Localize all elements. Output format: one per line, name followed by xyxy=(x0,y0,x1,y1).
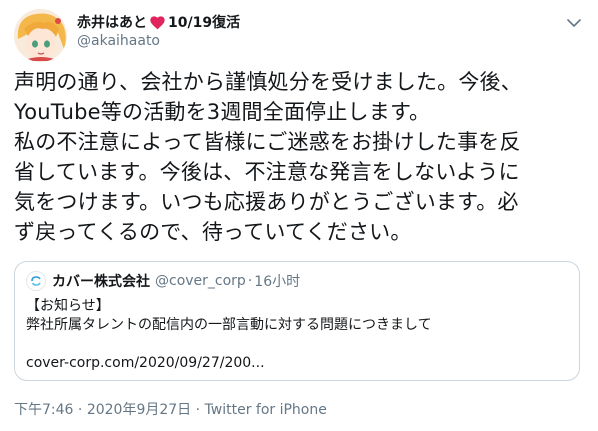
quoted-tweet[interactable]: カバー株式会社 @cover_corp · 16小时 【お知らせ】 弊社所属タレ… xyxy=(14,261,580,381)
tweet-menu-button[interactable] xyxy=(566,14,582,27)
quote-body: 【お知らせ】 弊社所属タレントの配信内の一部言動に対する問題につきまして cov… xyxy=(26,297,566,373)
quote-line-1: 【お知らせ】 xyxy=(26,298,110,314)
meta-separator-1: · xyxy=(73,402,87,418)
quote-header: カバー株式会社 @cover_corp · 16小时 xyxy=(26,271,300,291)
cover-logo-icon xyxy=(31,276,41,286)
quote-link: cover-corp.com/2020/09/27/200... xyxy=(26,355,265,371)
author-avatar[interactable] xyxy=(14,9,67,62)
quote-separator: · xyxy=(247,273,253,289)
quote-timestamp: 16小时 xyxy=(254,274,301,290)
author-header: 赤井はあと 10/19復活 @akaihaato xyxy=(77,12,240,49)
tweet-date[interactable]: 2020年9月27日 xyxy=(87,402,191,418)
avatar-image xyxy=(14,9,67,62)
author-handle[interactable]: @akaihaato xyxy=(77,33,240,49)
tweet-card: 赤井はあと 10/19復活 @akaihaato 声明の通り、会社から謹慎処分を… xyxy=(0,0,598,431)
display-name-row[interactable]: 赤井はあと 10/19復活 xyxy=(77,12,240,32)
tweet-time[interactable]: 下午7:46 xyxy=(14,402,73,418)
quote-author-handle: @cover_corp xyxy=(155,273,246,289)
tweet-source[interactable]: Twitter for iPhone xyxy=(205,402,327,418)
quote-line-2: 弊社所属タレントの配信内の一部言動に対する問題につきまして xyxy=(26,317,432,333)
display-name: 赤井はあと xyxy=(77,15,147,31)
display-name-suffix: 10/19復活 xyxy=(168,15,241,31)
heart-icon xyxy=(150,15,165,29)
tweet-text: 声明の通り、会社から謹慎処分を受けました。今後、 YouTube等の活動を3週間… xyxy=(14,70,522,244)
quote-author-name: カバー株式会社 xyxy=(52,274,150,290)
quote-avatar xyxy=(26,271,46,291)
tweet-meta: 下午7:46 · 2020年9月27日 · Twitter for iPhone xyxy=(14,399,327,419)
meta-separator-2: · xyxy=(191,402,205,418)
chevron-down-icon xyxy=(567,19,581,27)
